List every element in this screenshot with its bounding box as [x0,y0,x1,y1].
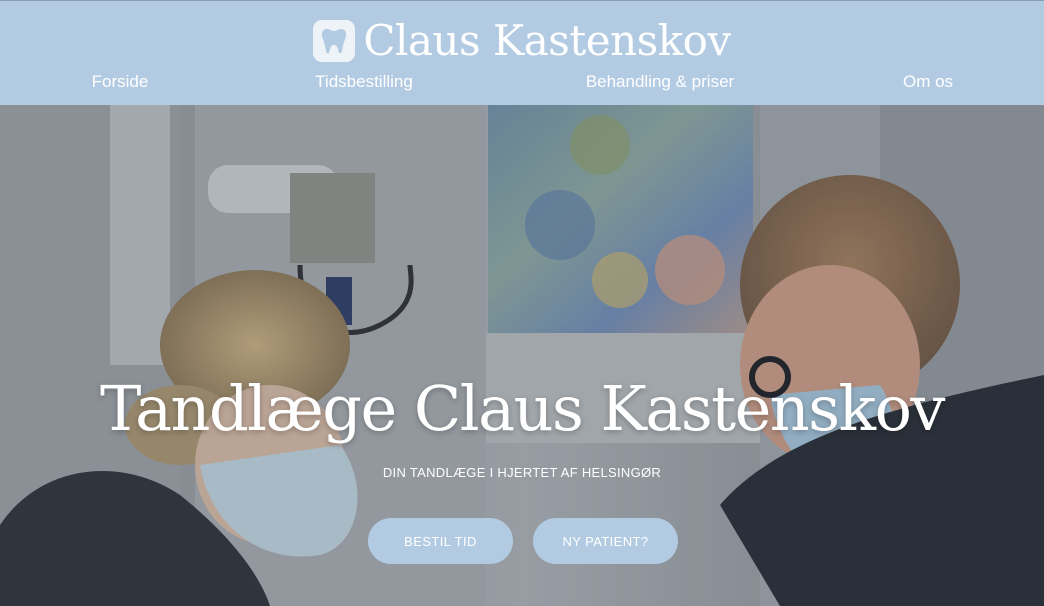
hero-subtitle: DIN TANDLÆGE I HJERTET AF HELSINGØR [382,465,662,480]
new-patient-button[interactable]: NY PATIENT? [533,518,678,564]
brand-logo[interactable]: Claus Kastenskov [0,15,1044,67]
site-header: Claus Kastenskov Forside Tidsbestilling … [0,0,1044,105]
nav-item-forside[interactable]: Forside [92,71,149,93]
hero-section: Tandlæge Claus Kastenskov DIN TANDLÆGE I… [0,105,1044,606]
tooth-icon [313,20,356,62]
book-appointment-button[interactable]: BESTIL TID [368,518,513,564]
hero-overlay [0,105,1044,606]
hero-title: Tandlæge Claus Kastenskov [100,372,945,445]
nav-item-tidsbestilling[interactable]: Tidsbestilling [315,71,413,93]
brand-name: Claus Kastenskov [363,16,731,65]
nav-item-om-os[interactable]: Om os [903,71,953,93]
nav-item-behandling-priser[interactable]: Behandling & priser [586,71,734,93]
main-nav: Forside Tidsbestilling Behandling & pris… [0,71,1044,95]
